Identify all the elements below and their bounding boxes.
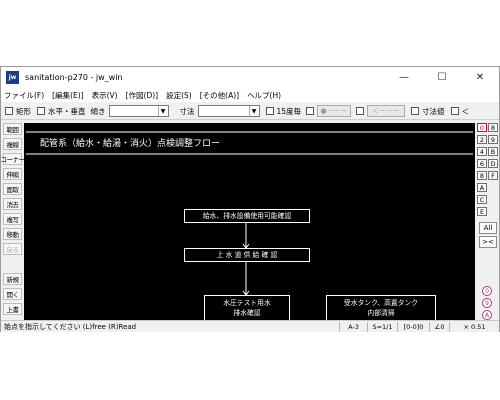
- angle-label: 傾き: [90, 106, 106, 116]
- dot-start-button[interactable]: ●－－－: [317, 105, 352, 117]
- paper-size-field[interactable]: A-3: [339, 322, 367, 332]
- chevron-down-icon[interactable]: ▼: [157, 106, 168, 116]
- tool-copy-button[interactable]: 複写: [3, 213, 22, 225]
- flow-box-text: 排水確認: [233, 309, 261, 317]
- tool-corner-button[interactable]: コーナー: [1, 153, 25, 165]
- dot-checkbox[interactable]: [306, 107, 315, 115]
- flow-box-text: 水圧テスト用水: [223, 299, 271, 307]
- window-title: sanitation-p270 - jw_win: [25, 73, 123, 82]
- rect-checkbox[interactable]: [5, 107, 13, 115]
- tool-move-button[interactable]: 移動: [3, 228, 22, 240]
- layer-6[interactable]: 6: [477, 159, 487, 168]
- all-layers-button[interactable]: All: [479, 222, 497, 234]
- tool-offset-button[interactable]: 複線: [3, 138, 22, 150]
- layer-invert-button[interactable]: ><: [479, 236, 497, 248]
- menu-view[interactable]: 表示(V): [92, 90, 118, 101]
- tool-chamfer-button[interactable]: 面取: [3, 183, 22, 195]
- layer-c[interactable]: C: [477, 195, 487, 204]
- line-toolbar: 矩形 水平・垂直 傾き ▼ 寸法 ▼ 15度毎 ●－－－ ＜－－－ 寸法値 ＜: [1, 103, 499, 120]
- layer-field[interactable]: [0-0]0: [397, 322, 429, 332]
- dim-label: 寸法: [179, 106, 195, 116]
- scale-field[interactable]: S=1/1: [367, 322, 397, 332]
- layer-2[interactable]: 2: [477, 135, 487, 144]
- maximize-button[interactable]: ☐: [423, 67, 461, 88]
- drawing-canvas[interactable]: 配管系（給水・給湯・消火）点検調整フロー 給水、排水設備使用可能確認 上 水 道…: [24, 123, 475, 321]
- dimval-checkbox[interactable]: [411, 107, 420, 115]
- layer-e[interactable]: E: [477, 207, 487, 216]
- angle-field[interactable]: ∠0: [429, 322, 449, 332]
- layer-group-0[interactable]: 0: [477, 123, 487, 132]
- layer-group-0-circle[interactable]: 0: [482, 286, 492, 296]
- status-bar: 始点を指示してください (L)free (R)Read A-3 S=1/1 [0…: [1, 320, 499, 332]
- tool-undo-button[interactable]: 戻る: [3, 243, 22, 255]
- every15-checkbox[interactable]: [265, 107, 274, 115]
- layer-group-8-top[interactable]: 8: [488, 123, 498, 132]
- tool-range-button[interactable]: 範囲: [3, 123, 22, 135]
- menu-help[interactable]: ヘルプ(H): [247, 90, 281, 101]
- tool-new-button[interactable]: 新規: [3, 273, 22, 285]
- tool-save-button[interactable]: 上書: [3, 303, 22, 315]
- layer-9[interactable]: 9: [488, 135, 498, 144]
- dim-combo[interactable]: ▼: [197, 105, 260, 117]
- menu-edit[interactable]: [編集(E)]: [52, 90, 83, 101]
- status-message: 始点を指示してください (L)free (R)Read: [4, 322, 137, 331]
- tool-open-button[interactable]: 開く: [3, 288, 22, 300]
- lt-label: ＜: [461, 106, 470, 116]
- title-bar[interactable]: jw sanitation-p270 - jw_win — ☐ ✕: [1, 67, 499, 88]
- dimval-label: 寸法値: [422, 106, 445, 116]
- layer-group-a-circle[interactable]: A: [482, 310, 492, 320]
- angle-combo[interactable]: ▼: [108, 105, 169, 117]
- flow-box-tank-cleaning[interactable]: 受水タンク、高置タンク 内部清掃: [326, 295, 436, 321]
- layer-panel: 0 8 2 9 4 B 6 D 8 F A C E All >< 0 9 A: [476, 121, 499, 320]
- arrow-start-button[interactable]: ＜－－－: [367, 105, 406, 117]
- flow-box-text: 給水、排水設備使用可能確認: [202, 212, 292, 220]
- arrow-checkbox[interactable]: [356, 107, 365, 115]
- menu-bar: ファイル(F) [編集(E)] 表示(V) [作図(D)] 設定(S) [その他…: [1, 88, 499, 102]
- menu-file[interactable]: ファイル(F): [4, 90, 44, 101]
- layer-4[interactable]: 4: [477, 147, 487, 156]
- layer-group-9-circle[interactable]: 9: [482, 298, 492, 308]
- layer-8[interactable]: 8: [477, 171, 487, 180]
- flow-box-water-supply[interactable]: 上 水 道 供 給 確 認: [184, 248, 310, 262]
- drawing-title: 配管系（給水・給湯・消火）点検調整フロー: [40, 139, 221, 149]
- chevron-down-icon[interactable]: ▼: [248, 106, 259, 116]
- flow-box-text: 内部清掃: [367, 309, 395, 317]
- menu-other[interactable]: [その他(A)]: [200, 90, 239, 101]
- hv-label: 水平・垂直: [48, 106, 86, 116]
- layer-a[interactable]: A: [477, 183, 487, 192]
- layer-f[interactable]: F: [488, 171, 498, 180]
- rect-label: 矩形: [16, 106, 31, 116]
- flow-box-text: 受水タンク、高置タンク: [343, 299, 419, 307]
- flow-box-pressure-test[interactable]: 水圧テスト用水 排水確認: [204, 295, 290, 321]
- zoom-field[interactable]: × 0.51: [449, 322, 499, 332]
- every15-label: 15度毎: [276, 106, 302, 116]
- layer-b[interactable]: B: [488, 147, 498, 156]
- hv-checkbox[interactable]: [37, 107, 45, 115]
- minimize-button[interactable]: —: [385, 67, 423, 88]
- menu-draw[interactable]: [作図(D)]: [126, 90, 158, 101]
- flow-box-text: 上 水 道 供 給 確 認: [216, 251, 278, 259]
- layer-d[interactable]: D: [488, 159, 498, 168]
- menu-settings[interactable]: 設定(S): [166, 90, 192, 101]
- left-tool-panel: 範囲 複線 コーナー 伸縮 面取 消去 複写 移動 戻る 新規 開く 上書: [1, 121, 25, 319]
- close-button[interactable]: ✕: [461, 67, 499, 88]
- app-window: jw sanitation-p270 - jw_win — ☐ ✕ ファイル(F…: [0, 66, 500, 332]
- lt-checkbox[interactable]: [450, 107, 459, 115]
- flow-box-supply-check[interactable]: 給水、排水設備使用可能確認: [184, 209, 310, 223]
- jw-app-icon: jw: [6, 71, 19, 84]
- tool-stretch-button[interactable]: 伸縮: [3, 168, 22, 180]
- tool-erase-button[interactable]: 消去: [3, 198, 22, 210]
